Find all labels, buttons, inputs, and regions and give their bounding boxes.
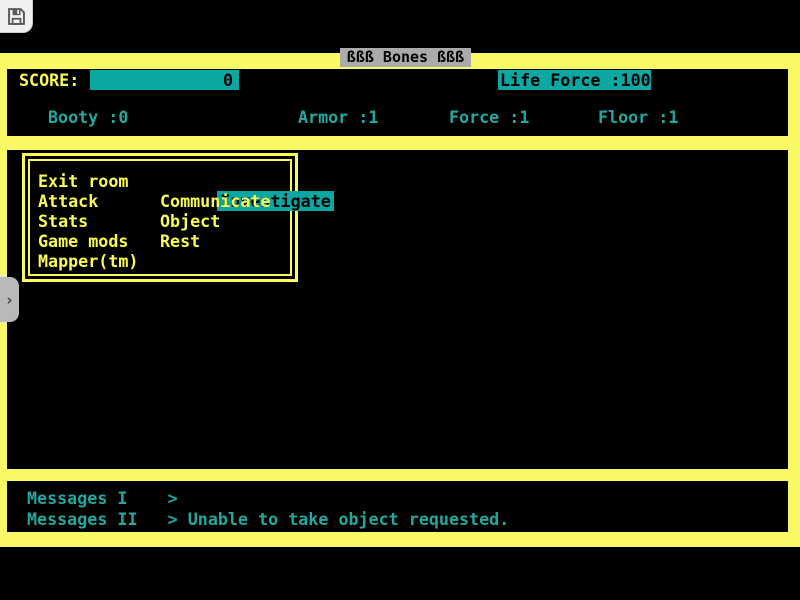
save-button[interactable] xyxy=(0,0,33,33)
menu-item-game-mods[interactable]: Game mods xyxy=(38,231,138,251)
frame-divider-messages xyxy=(0,469,800,481)
game-screen: ßßß Bones ßßß SCORE: 0 Life Force :100 B… xyxy=(0,0,800,600)
window-title: ßßß Bones ßßß xyxy=(340,48,471,67)
menu-column-right: Investigate Communicate Object Rest xyxy=(160,171,334,251)
menu-item-attack[interactable]: Attack xyxy=(38,191,138,211)
frame-bottom-band xyxy=(0,532,800,547)
menu-item-investigate[interactable]: Investigate xyxy=(160,171,334,191)
frame-divider-hud xyxy=(0,136,800,150)
menu-item-rest[interactable]: Rest xyxy=(160,231,334,251)
messages-line-1: Messages I > xyxy=(27,488,178,508)
save-icon xyxy=(6,6,27,27)
score-value: 0 xyxy=(223,70,233,90)
stat-booty: Booty :0 xyxy=(48,107,128,127)
life-force-badge: Life Force :100 xyxy=(498,70,651,90)
score-label: SCORE: xyxy=(19,70,79,90)
frame-right-border xyxy=(788,53,800,547)
chevron-right-icon: › xyxy=(6,291,12,309)
messages-line-2: Messages II > Unable to take object requ… xyxy=(27,509,509,529)
menu-item-stats[interactable]: Stats xyxy=(38,211,138,231)
drawer-handle[interactable]: › xyxy=(0,277,19,322)
menu-column-left: Exit room Attack Stats Game mods Mapper(… xyxy=(38,171,138,271)
menu-item-mapper[interactable]: Mapper(tm) xyxy=(38,251,138,271)
menu-item-exit-room[interactable]: Exit room xyxy=(38,171,138,191)
stat-force: Force :1 xyxy=(449,107,529,127)
stat-floor: Floor :1 xyxy=(598,107,678,127)
stat-armor: Armor :1 xyxy=(298,107,378,127)
menu-item-object[interactable]: Object xyxy=(160,211,334,231)
score-bar: 0 xyxy=(90,70,239,90)
